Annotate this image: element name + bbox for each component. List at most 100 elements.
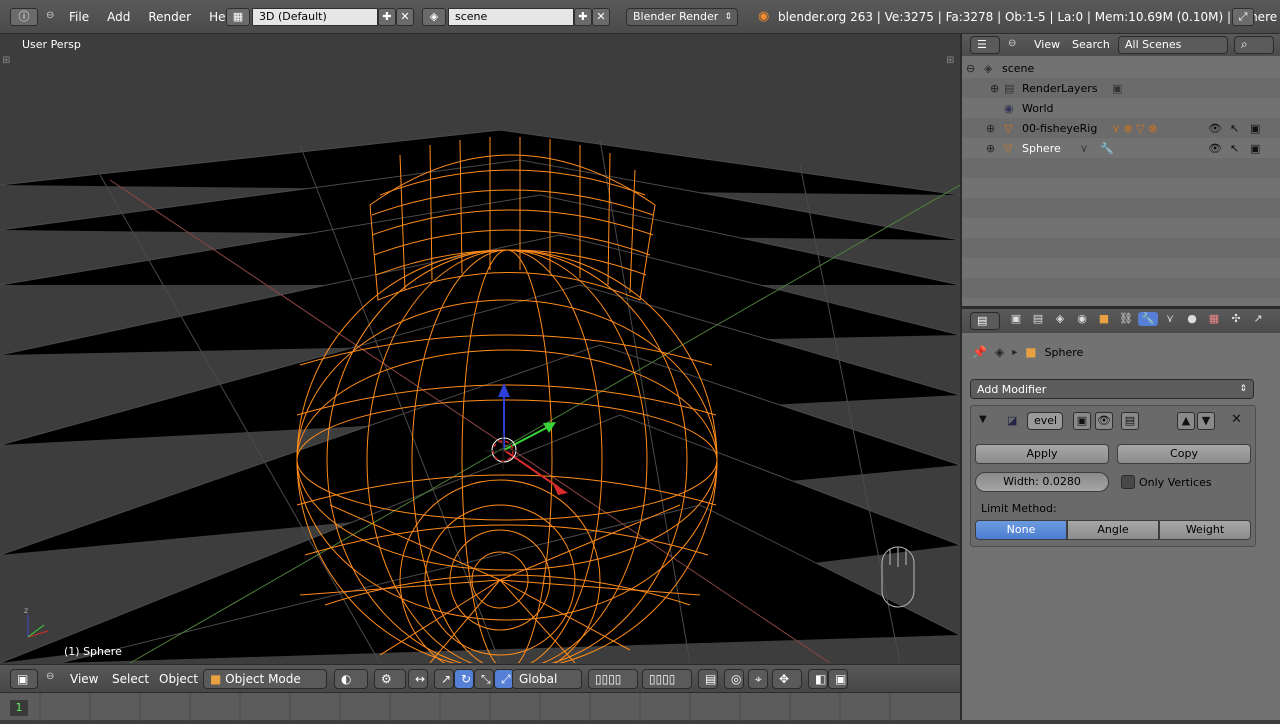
move-up-icon[interactable]: ▲ bbox=[1177, 412, 1195, 430]
collapse-menu-icon[interactable]: ⊖ bbox=[46, 10, 54, 21]
3d-viewport[interactable]: z ⊞ ⊞ bbox=[0, 35, 960, 663]
scene-field[interactable]: scene bbox=[448, 8, 574, 26]
render-engine-dropdown[interactable]: Blender Render ⇕ bbox=[626, 8, 738, 26]
menu-render[interactable]: Render bbox=[139, 0, 200, 34]
menu-add[interactable]: Add bbox=[98, 0, 139, 34]
scene-icon[interactable]: ◈ bbox=[422, 8, 446, 26]
outliner-row-renderlayers[interactable]: ⊕ ▤ RenderLayers ▣ bbox=[962, 78, 1280, 98]
timeline-area[interactable] bbox=[0, 692, 960, 721]
translate-manipulator-icon[interactable]: ↗ bbox=[434, 669, 454, 689]
collapse-header-icon[interactable]: ⊖ bbox=[46, 671, 54, 682]
outliner-view-menu[interactable]: View bbox=[1034, 38, 1060, 51]
orientation-dropdown[interactable]: Global bbox=[512, 669, 582, 689]
outliner-row-scene[interactable]: ⊖ ◈ scene bbox=[962, 58, 1280, 78]
outliner-header: ☰ ⊖ View Search All Scenes ⌕ bbox=[962, 34, 1280, 56]
fullscreen-icon[interactable]: ⤢ bbox=[1232, 8, 1254, 26]
manipulator-toggle[interactable]: ↔ bbox=[408, 669, 428, 689]
screen-layout-icon[interactable]: ▦ bbox=[226, 8, 250, 26]
editor-type-info-button[interactable]: ⓘ bbox=[10, 8, 38, 26]
constraints-tab-icon[interactable]: ⛓ bbox=[1116, 312, 1136, 326]
limit-angle-button[interactable]: Angle bbox=[1067, 520, 1159, 540]
editor-type-3d-button[interactable]: ▣ bbox=[10, 669, 38, 689]
selectability-cursor-icon[interactable]: ↖ bbox=[1230, 122, 1239, 135]
expand-icon[interactable]: ⊕ bbox=[990, 82, 999, 95]
modifier-name-field[interactable]: evel bbox=[1027, 412, 1063, 430]
pivot-point-dropdown[interactable]: ⚙ bbox=[374, 669, 406, 689]
collapse-icon[interactable]: ⊖ bbox=[966, 62, 975, 75]
bevel-modifier-icon: ◪ bbox=[1007, 414, 1018, 427]
visibility-eye-icon[interactable]: 👁 bbox=[1208, 122, 1222, 135]
add-modifier-dropdown[interactable]: Add Modifier ⇕ bbox=[970, 379, 1254, 399]
mode-dropdown[interactable]: ■ Object Mode bbox=[203, 669, 327, 689]
apply-button[interactable]: Apply bbox=[975, 444, 1109, 464]
outliner-search-menu[interactable]: Search bbox=[1072, 38, 1110, 51]
search-icon[interactable]: ⌕ bbox=[1234, 36, 1274, 54]
blender-logo-icon: ◉ bbox=[758, 9, 770, 24]
object-tab-icon[interactable]: ■ bbox=[1094, 312, 1114, 326]
particles-tab-icon[interactable]: ✣ bbox=[1226, 312, 1246, 326]
render-layers-tab-icon[interactable]: ▤ bbox=[1028, 312, 1048, 326]
outliner-row-world[interactable]: ◉ World bbox=[962, 98, 1280, 118]
layer-buttons-2[interactable]: ▯▯▯▯ bbox=[642, 669, 692, 689]
delete-screen-icon[interactable]: ✕ bbox=[396, 8, 414, 26]
menu-file[interactable]: File bbox=[60, 0, 98, 34]
rotate-manipulator-icon[interactable]: ↻ bbox=[454, 669, 474, 689]
limit-weight-button[interactable]: Weight bbox=[1159, 520, 1251, 540]
panel-collapse-icon[interactable]: ▼ bbox=[979, 414, 987, 425]
move-down-icon[interactable]: ▼ bbox=[1197, 412, 1215, 430]
limit-none-button[interactable]: None bbox=[975, 520, 1067, 540]
add-screen-icon[interactable]: ✚ bbox=[378, 8, 396, 26]
layer-buttons-1[interactable]: ▯▯▯▯ bbox=[588, 669, 638, 689]
proportional-edit-icon[interactable]: ◎ bbox=[724, 669, 744, 689]
data-tab-icon[interactable]: ⋎ bbox=[1160, 312, 1180, 326]
properties-toggle-icon[interactable]: ⊞ bbox=[946, 55, 954, 66]
editmode-toggle-icon[interactable]: ▤ bbox=[1121, 412, 1139, 430]
render-toggle-icon[interactable]: ▣ bbox=[1073, 412, 1091, 430]
snap-element-dropdown[interactable]: ✥ bbox=[772, 669, 802, 689]
toolshelf-toggle-icon[interactable]: ⊞ bbox=[2, 55, 10, 66]
visibility-eye-icon[interactable]: 👁 bbox=[1208, 142, 1222, 155]
properties-editor: 📌 ◈ ▸ ■ Sphere Add Modifier ⇕ ▼ ◪ evel ▣… bbox=[962, 333, 1280, 720]
view-menu[interactable]: View bbox=[70, 672, 98, 686]
render-animation-icon[interactable]: ▣ bbox=[828, 669, 848, 689]
texture-tab-icon[interactable]: ▦ bbox=[1204, 312, 1224, 326]
render-view-icon[interactable]: ◧ bbox=[808, 669, 828, 689]
editor-type-properties-button[interactable]: ▤ bbox=[970, 312, 1000, 330]
collapse-outliner-icon[interactable]: ⊖ bbox=[1008, 38, 1016, 49]
editor-type-outliner-button[interactable]: ☰ bbox=[970, 36, 1000, 54]
add-modifier-label: Add Modifier bbox=[977, 383, 1047, 396]
snap-toggle-icon[interactable]: ⌖ bbox=[748, 669, 768, 689]
scale-manipulator-icon[interactable]: ⤡ bbox=[474, 669, 494, 689]
current-frame-indicator[interactable]: 1 bbox=[10, 700, 28, 716]
delete-scene-icon[interactable]: ✕ bbox=[592, 8, 610, 26]
remove-modifier-icon[interactable]: ✕ bbox=[1231, 412, 1242, 427]
lock-camera-icon[interactable]: ▤ bbox=[698, 669, 718, 689]
object-menu[interactable]: Object bbox=[159, 672, 198, 686]
select-menu[interactable]: Select bbox=[112, 672, 149, 686]
world-tab-icon[interactable]: ◉ bbox=[1072, 312, 1092, 326]
copy-button[interactable]: Copy bbox=[1117, 444, 1251, 464]
modifiers-tab-icon[interactable]: 🔧 bbox=[1138, 312, 1158, 326]
render-tab-icon[interactable]: ▣ bbox=[1006, 312, 1026, 326]
material-tab-icon[interactable]: ● bbox=[1182, 312, 1202, 326]
scene-tab-icon[interactable]: ◈ bbox=[1050, 312, 1070, 326]
screen-layout-field[interactable]: 3D (Default) bbox=[252, 8, 378, 26]
only-vertices-checkbox[interactable] bbox=[1121, 475, 1135, 489]
pin-icon[interactable]: 📌 bbox=[972, 345, 987, 359]
expand-icon[interactable]: ⊕ bbox=[986, 142, 995, 155]
outliner-row-sphere[interactable]: ⊕ ▽ Sphere ⋎ 🔧 👁 ↖ ▣ bbox=[962, 138, 1280, 158]
outliner-row-fisheyerig[interactable]: ⊕ ▽ 00-fisheyeRig ⋎ ⊗ ▽ ⊗ 👁 ↖ ▣ bbox=[962, 118, 1280, 138]
expand-icon[interactable]: ⊕ bbox=[986, 122, 995, 135]
add-scene-icon[interactable]: ✚ bbox=[574, 8, 592, 26]
renderlayers-icon: ▤ bbox=[1004, 82, 1015, 95]
renderability-camera-icon[interactable]: ▣ bbox=[1250, 142, 1260, 155]
renderability-camera-icon[interactable]: ▣ bbox=[1250, 122, 1260, 135]
viewport-visibility-icon[interactable]: 👁 bbox=[1095, 412, 1113, 430]
viewport-shading-dropdown[interactable]: ◐ bbox=[334, 669, 368, 689]
scale-manipulator-active-icon[interactable]: ⤢ bbox=[494, 669, 514, 689]
selectability-cursor-icon[interactable]: ↖ bbox=[1230, 142, 1239, 155]
display-mode-dropdown[interactable]: All Scenes bbox=[1118, 36, 1228, 54]
physics-tab-icon[interactable]: ↗ bbox=[1248, 312, 1268, 326]
width-field[interactable]: Width: 0.0280 bbox=[975, 472, 1109, 492]
viewport-canvas[interactable]: z ⊞ ⊞ bbox=[0, 35, 960, 663]
